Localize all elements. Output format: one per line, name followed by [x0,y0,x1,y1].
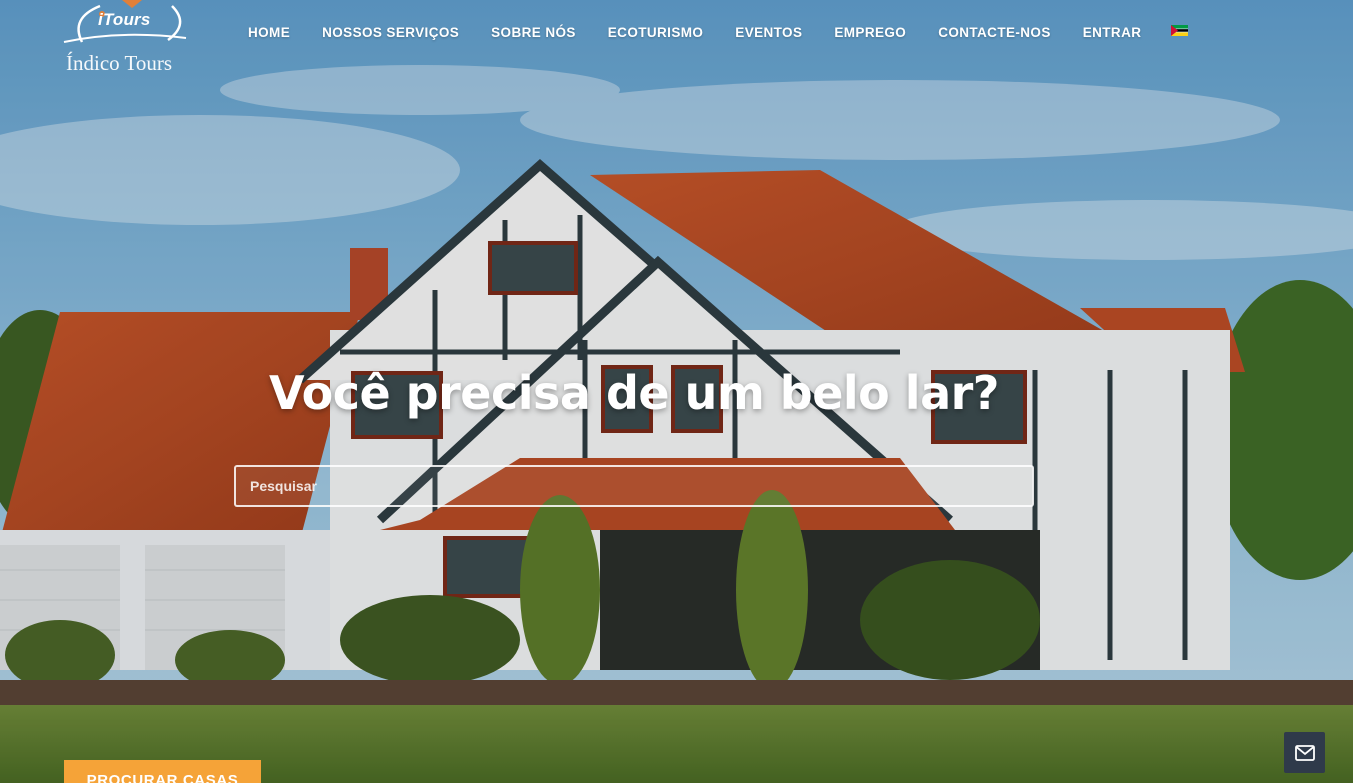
nav-about[interactable]: SOBRE NÓS [475,25,592,40]
logo-name: Índico Tours [66,51,173,75]
nav-jobs[interactable]: EMPREGO [818,25,922,40]
search-houses-button[interactable]: PROCURAR CASAS [64,760,261,783]
nav-ecotourism[interactable]: ECOTURISMO [592,25,720,40]
contact-widget-button[interactable] [1284,732,1325,773]
main-nav: HOME NOSSOS SERVIÇOS SOBRE NÓS ECOTURISM… [232,22,1189,42]
hero-headline: Você precisa de um belo lar? [269,366,999,420]
logo-badge: iTours [98,10,151,29]
nav-login[interactable]: ENTRAR [1067,25,1158,40]
nav-events[interactable]: EVENTOS [719,25,818,40]
site-logo[interactable]: iTours Índico Tours [60,0,192,80]
nav-contact[interactable]: CONTACTE-NOS [922,25,1067,40]
mozambique-flag-icon[interactable] [1171,23,1189,36]
nav-services[interactable]: NOSSOS SERVIÇOS [306,25,475,40]
nav-home[interactable]: HOME [232,25,306,40]
search-input[interactable] [234,465,1034,507]
mail-icon [1294,744,1315,761]
